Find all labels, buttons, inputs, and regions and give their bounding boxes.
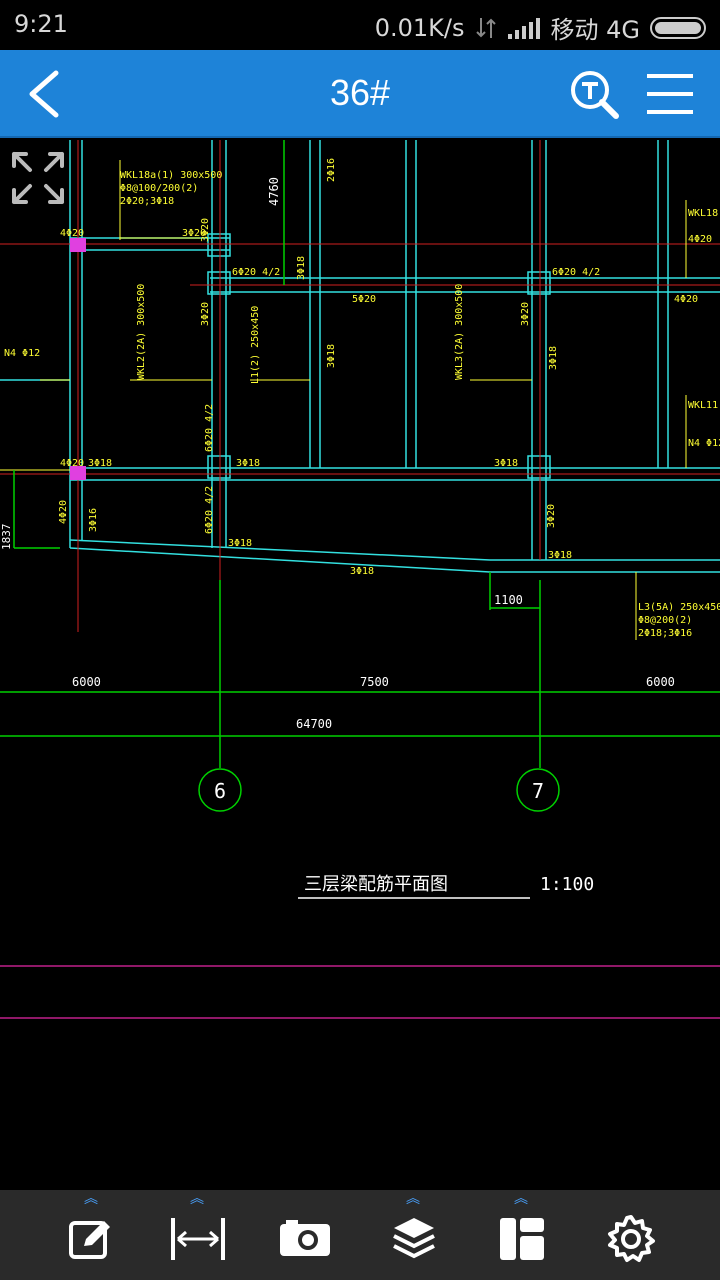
red-axis-lines — [0, 140, 720, 632]
data-transfer-icon — [475, 17, 496, 38]
fullscreen-button[interactable] — [10, 150, 66, 206]
expand-indicator-icon: ︽ — [514, 1191, 528, 1207]
layers-icon — [393, 1218, 435, 1259]
label-3-18-v3: 3Φ18 — [296, 256, 307, 280]
cyan-beam-lines — [0, 140, 720, 573]
label-n4-left: N4 Φ12 — [4, 348, 40, 359]
label-n4-right: N4 Φ12 — [688, 438, 720, 449]
label-3-18-b: 3Φ18 — [494, 458, 518, 469]
layout-button[interactable]: ︽ — [476, 1190, 566, 1280]
text-search-button[interactable] — [564, 64, 624, 124]
layers-button[interactable]: ︽ — [368, 1190, 458, 1280]
status-bar: 9:21 0.01K/s 移动 4G — [0, 0, 720, 50]
dim-4760: 4760 — [267, 177, 281, 206]
drawing-scale: 1:100 — [540, 874, 594, 895]
battery-icon — [650, 16, 706, 39]
beam-label-l1: L1(2) 250x450 — [250, 306, 261, 384]
measure-button[interactable]: ︽ — [152, 1190, 242, 1280]
beam-label-l3: L3(5A) 250x450 — [638, 602, 720, 613]
title-bar: 36# — [0, 50, 720, 138]
layout-icon — [500, 1218, 544, 1260]
label-3-20-v4: 3Φ20 — [546, 504, 557, 528]
beam-label-wkl3: WKL3(2A) 300x500 — [454, 284, 465, 380]
fullscreen-icon — [12, 152, 64, 204]
label-3-18-v1: 3Φ18 — [326, 344, 337, 368]
label-6-20-v: 6Φ20 4/2 — [204, 404, 215, 452]
label-6-20-v2: 6Φ20 4/2 — [204, 486, 215, 534]
green-dimension-lines — [0, 140, 720, 812]
label-6-20-top: 6Φ20 4/2 — [232, 267, 280, 278]
label-5-20: 5Φ20 — [352, 294, 376, 305]
beam-label-l3-stirrup: Φ8@200(2) — [638, 615, 692, 626]
gear-icon — [608, 1215, 655, 1262]
beam-label-l3-bars: 2Φ18;3Φ16 — [638, 628, 692, 639]
label-4-20-right: 4Φ20 — [674, 294, 698, 305]
label-3-20-v1: 3Φ20 — [200, 218, 211, 242]
label-3-18-e: 3Φ18 — [548, 550, 572, 561]
label-4-20-r2: 4Φ20 — [688, 234, 712, 245]
beam-label-wkl18: WKL18a(1) 300x500 — [120, 170, 222, 181]
yellow-leader-lines — [0, 160, 687, 640]
edit-icon — [69, 1221, 110, 1259]
label-4-20-v: 4Φ20 — [58, 500, 69, 524]
label-3-18-left: 3Φ18 — [88, 458, 112, 469]
drawing-canvas[interactable]: WKL18a(1) 300x500 Φ8@100/200(2) 2Φ20;3Φ1… — [0, 138, 720, 1190]
dim-7500: 7500 — [360, 675, 389, 689]
beam-label-wkl18-stirrup: Φ8@100/200(2) — [120, 183, 198, 194]
menu-button[interactable] — [640, 64, 700, 124]
text-search-icon — [571, 71, 619, 119]
label-wkl18-right: WKL18( — [688, 208, 720, 219]
status-time: 9:21 — [14, 10, 68, 38]
dim-6000-left: 6000 — [72, 675, 101, 689]
status-right: 0.01K/s 移动 4G — [375, 10, 706, 45]
axis-label-7: 7 — [532, 779, 544, 803]
dim-64700: 64700 — [296, 717, 332, 731]
camera-icon — [280, 1220, 330, 1256]
edit-button[interactable]: ︽ — [46, 1190, 136, 1280]
label-3-20-v2: 3Φ20 — [200, 302, 211, 326]
camera-button[interactable] — [260, 1190, 350, 1280]
label-3-18-c: 3Φ18 — [350, 566, 374, 577]
label-3-20-v3: 3Φ20 — [520, 302, 531, 326]
magenta-frame-lines — [0, 965, 720, 1019]
label-3-18-v2: 3Φ18 — [548, 346, 559, 370]
expand-indicator-icon: ︽ — [84, 1191, 98, 1207]
beam-label-wkl18-bars: 2Φ20;3Φ18 — [120, 196, 174, 207]
net-speed: 0.01K/s — [374, 13, 465, 42]
label-3-18-a: 3Φ18 — [236, 458, 260, 469]
beam-label-wkl2: WKL2(2A) 300x500 — [136, 284, 147, 380]
menu-icon — [647, 74, 693, 114]
label-4-20-left-b: 4Φ20 — [60, 458, 84, 469]
label-6-20-right: 6Φ20 4/2 — [552, 267, 600, 278]
label-4-20-left: 4Φ20 — [60, 228, 84, 239]
settings-button[interactable] — [586, 1190, 676, 1280]
expand-indicator-icon: ︽ — [406, 1191, 420, 1207]
measure-icon — [171, 1218, 225, 1260]
expand-indicator-icon: ︽ — [190, 1191, 204, 1207]
label-3-18-d: 3Φ18 — [228, 538, 252, 549]
dim-6000-right: 6000 — [646, 675, 675, 689]
signal-icon — [507, 17, 540, 39]
drawing-title: 三层梁配筋平面图 — [304, 874, 448, 895]
axis-label-6: 6 — [214, 779, 226, 803]
label-2-16: 2Φ16 — [326, 158, 337, 182]
dim-1100: 1100 — [494, 593, 523, 607]
label-wkl11: WKL11( — [688, 400, 720, 411]
label-3-16: 3Φ16 — [88, 508, 99, 532]
dim-1837: 1837 — [0, 524, 13, 551]
bottom-toolbar: ︽ ︽ ︽ ︽ — [0, 1190, 720, 1280]
carrier: 移动 4G — [550, 16, 641, 44]
